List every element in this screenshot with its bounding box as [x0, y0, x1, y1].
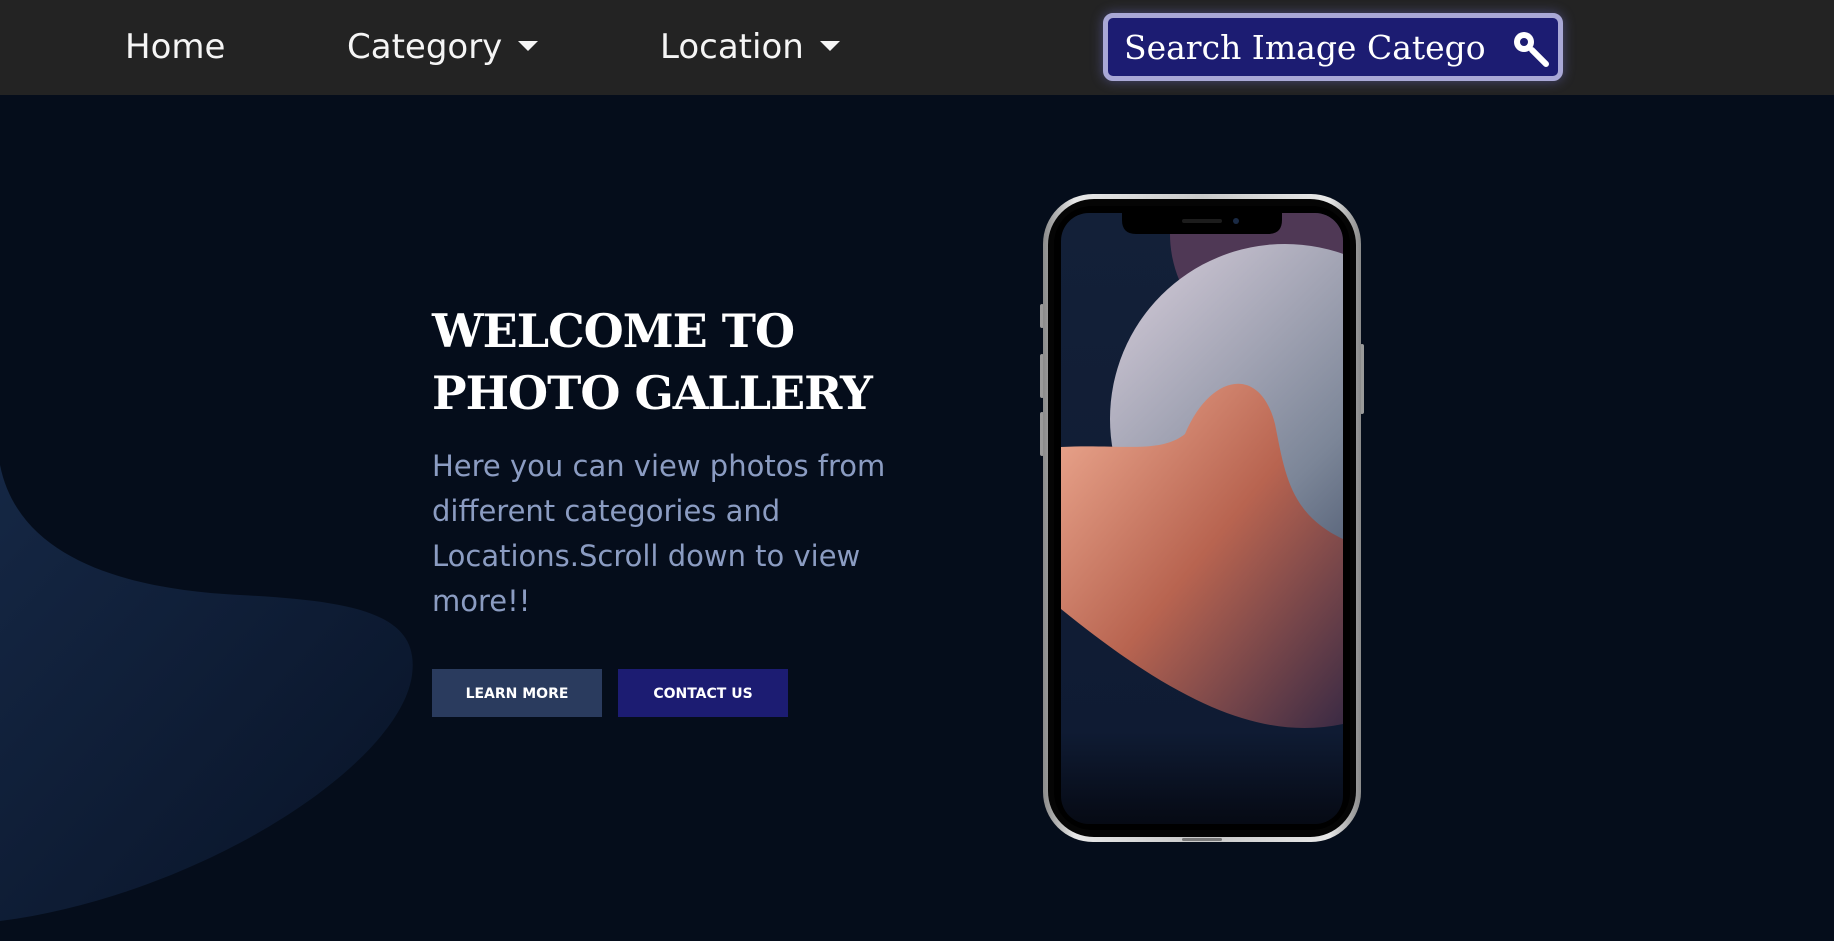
hero-title-line1: WELCOME TO [432, 304, 795, 358]
phone-mockup-image [1040, 194, 1364, 842]
search-icon[interactable] [1508, 26, 1552, 70]
search-box [1103, 13, 1563, 81]
nav-home-label: Home [125, 27, 226, 67]
learn-more-button[interactable]: LEARN MORE [432, 669, 602, 717]
nav-home-link[interactable]: Home [125, 26, 225, 68]
contact-us-button[interactable]: CONTACT US [618, 669, 788, 717]
search-input[interactable] [1124, 22, 1484, 72]
nav-category-dropdown[interactable]: Category [347, 26, 539, 68]
nav-location-label: Location [660, 27, 804, 67]
nav-category-label: Category [347, 27, 503, 67]
hero-title: WELCOME TO PHOTO GALLERY [432, 300, 952, 424]
caret-down-icon [819, 40, 840, 51]
hero-description: Here you can view photos from different … [432, 449, 886, 618]
hero-title-line2: PHOTO GALLERY [432, 366, 873, 420]
top-navbar: Home Category Location [0, 0, 1834, 95]
caret-down-icon [518, 40, 539, 51]
nav-location-dropdown[interactable]: Location [660, 26, 840, 68]
